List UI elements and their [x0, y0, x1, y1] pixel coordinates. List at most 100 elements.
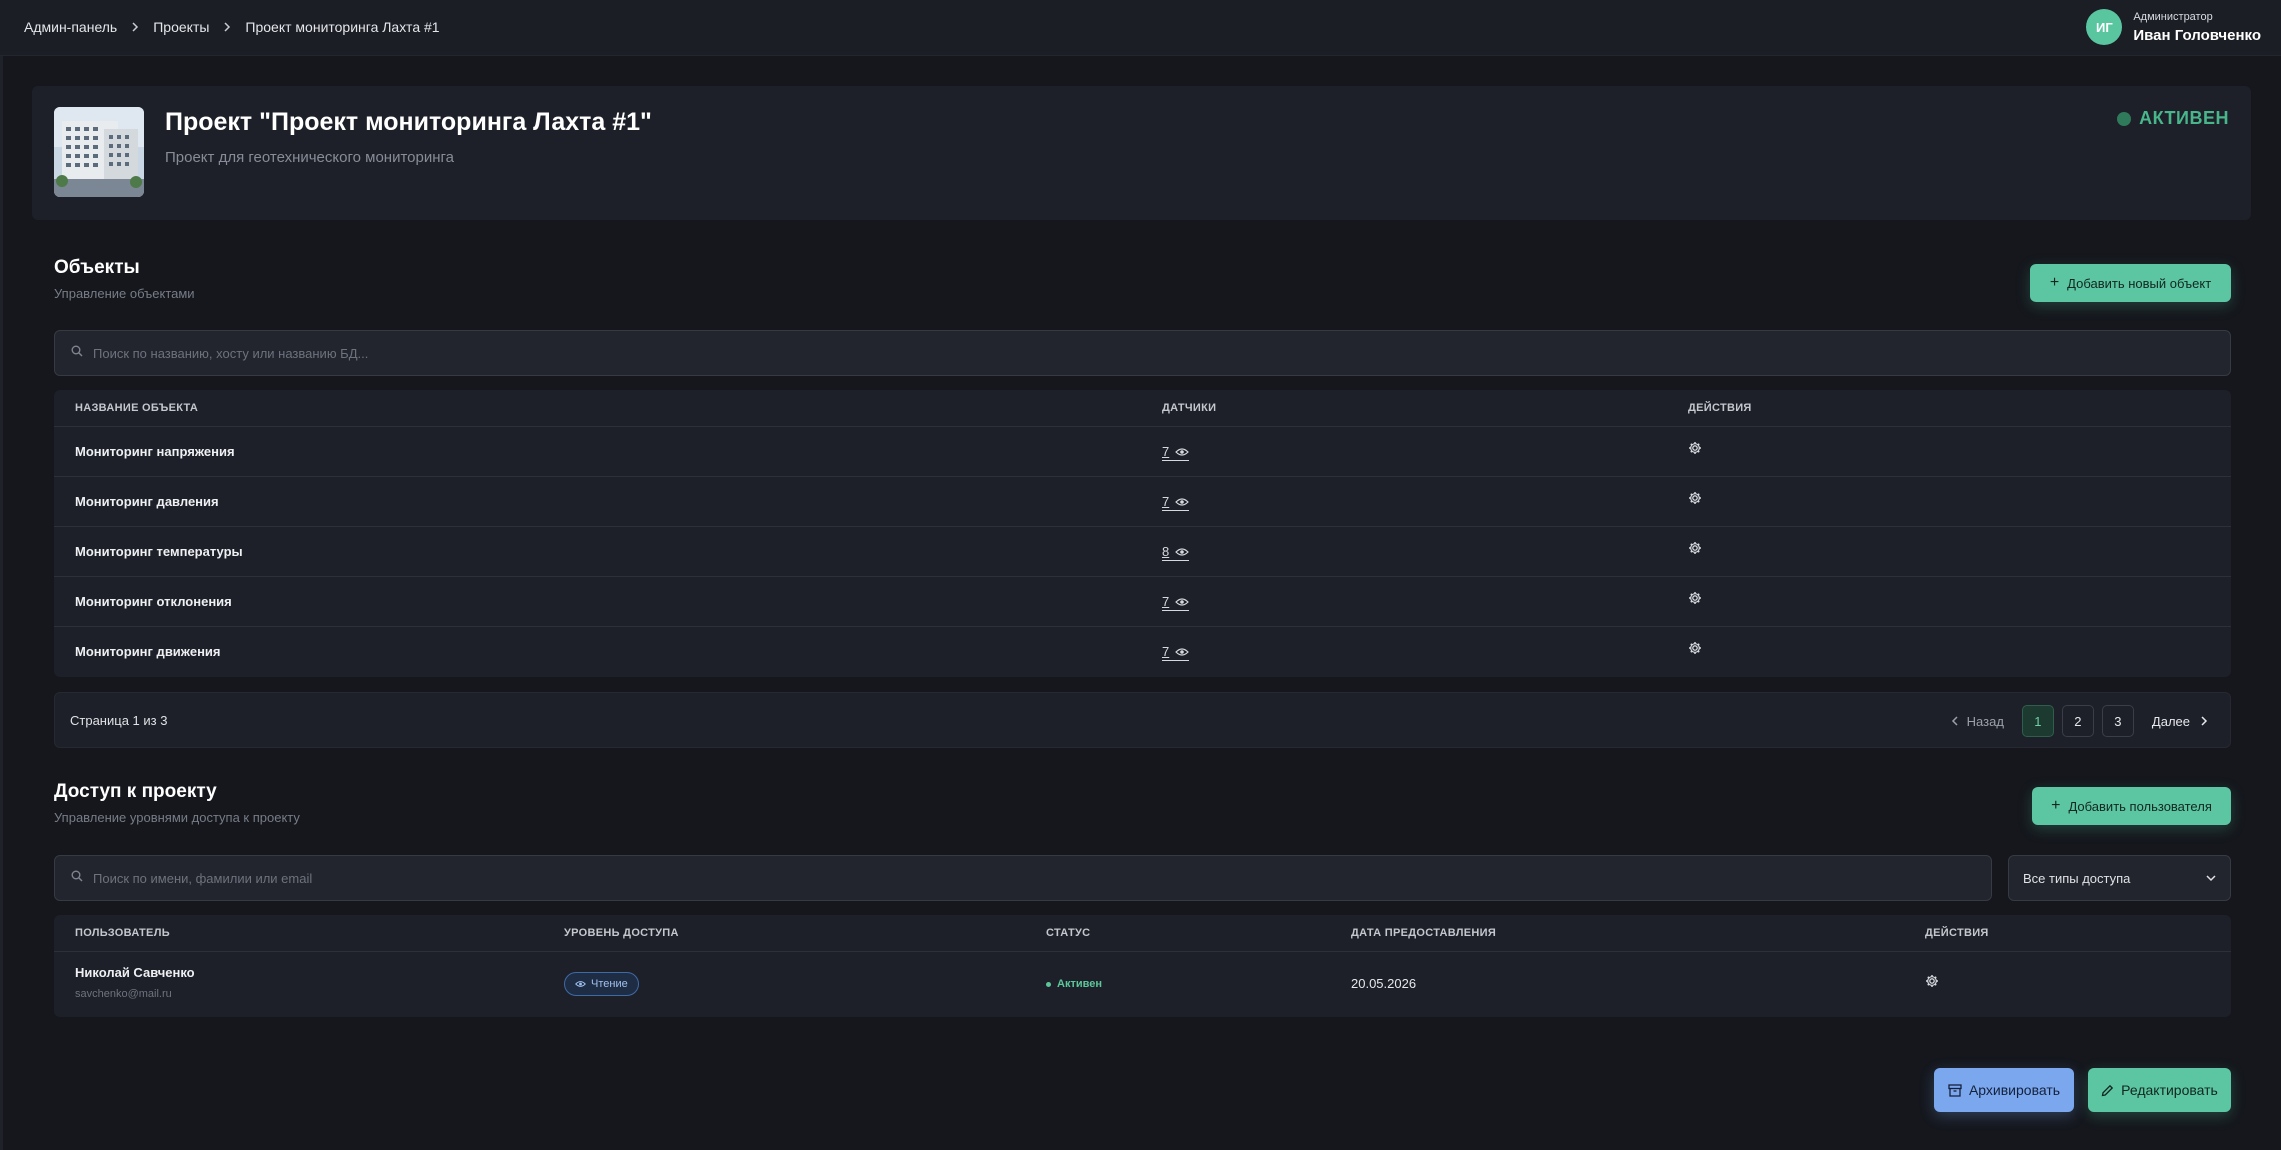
column-header-sensors: ДАТЧИКИ	[1162, 402, 1217, 414]
add-object-label: Добавить новый объект	[2067, 275, 2212, 291]
prev-page-label: Назад	[1966, 713, 2004, 729]
access-section-subtitle: Управление уровнями доступа к проекту	[54, 810, 300, 825]
settings-gear-icon[interactable]	[1925, 974, 1939, 991]
column-header-name: НАЗВАНИЕ ОБЪЕКТА	[75, 402, 199, 414]
archive-label: Архивировать	[1968, 1082, 2061, 1098]
table-row: Мониторинг напряжения 7	[54, 427, 2231, 477]
page-button-2[interactable]: 2	[2061, 705, 2094, 737]
next-page-label: Далее	[2151, 713, 2190, 729]
page-button-3[interactable]: 3	[2101, 705, 2134, 737]
pagination-nav: Назад 1 2 3 Далее	[1951, 705, 2208, 737]
breadcrumb-projects[interactable]: Проекты	[153, 19, 209, 35]
table-row: Мониторинг отклонения 7	[54, 577, 2231, 627]
user-menu[interactable]: ИГ Администратор Иван Головченко	[2086, 9, 2261, 45]
add-user-button[interactable]: + Добавить пользователя	[2032, 787, 2231, 825]
objects-table: НАЗВАНИЕ ОБЪЕКТА ДАТЧИКИ ДЕЙСТВИЯ Монито…	[54, 390, 2231, 677]
project-image	[54, 107, 144, 197]
table-row: Николай Савченко savchenko@mail.ru Чтени…	[54, 952, 2231, 1017]
edit-button[interactable]: Редактировать	[2088, 1068, 2231, 1112]
breadcrumb-admin-panel[interactable]: Админ-панель	[24, 19, 117, 35]
left-border	[0, 56, 3, 1150]
plus-icon: +	[2049, 274, 2060, 291]
column-header-actions: ДЕЙСТВИЯ	[1925, 927, 1989, 939]
table-header: ПОЛЬЗОВАТЕЛЬ УРОВЕНЬ ДОСТУПА СТАТУС ДАТА…	[54, 915, 2231, 952]
eye-icon	[575, 981, 586, 987]
user-status-text: Активен	[1057, 978, 1102, 990]
object-name: Мониторинг движения	[75, 644, 221, 659]
project-description: Проект для геотехнического мониторинга	[165, 149, 454, 166]
access-date: 20.05.2026	[1351, 976, 1417, 991]
access-type-value: Все типы доступа	[2023, 870, 2131, 886]
users-search-box[interactable]	[54, 855, 1992, 901]
users-search-input[interactable]	[93, 870, 1821, 886]
avatar[interactable]: ИГ	[2086, 9, 2123, 45]
users-table: ПОЛЬЗОВАТЕЛЬ УРОВЕНЬ ДОСТУПА СТАТУС ДАТА…	[54, 915, 2231, 1017]
chevron-right-icon	[223, 22, 231, 32]
sensor-count: 8	[1162, 544, 1170, 559]
column-header-actions: ДЕЙСТВИЯ	[1688, 402, 1752, 414]
pagination: Страница 1 из 3 Назад 1 2 3 Далее	[54, 692, 2231, 748]
object-name: Мониторинг давления	[75, 494, 219, 509]
access-section-title: Доступ к проекту	[54, 781, 217, 802]
chevron-left-icon	[1951, 716, 1958, 726]
column-header-user: ПОЛЬЗОВАТЕЛЬ	[75, 927, 170, 939]
settings-gear-icon[interactable]	[1688, 641, 1702, 658]
project-title: Проект "Проект мониторинга Лахта #1"	[165, 108, 652, 136]
object-name: Мониторинг отклонения	[75, 594, 232, 609]
settings-gear-icon[interactable]	[1688, 491, 1702, 508]
object-name: Мониторинг напряжения	[75, 444, 235, 459]
eye-icon	[1175, 647, 1190, 656]
sensors-link[interactable]: 7	[1162, 594, 1190, 611]
objects-search-input[interactable]	[93, 345, 2037, 361]
sensors-link[interactable]: 7	[1162, 494, 1190, 511]
access-type-select[interactable]: Все типы доступа	[2008, 855, 2231, 901]
eye-icon	[1175, 547, 1190, 556]
objects-search-box[interactable]	[54, 330, 2231, 376]
breadcrumb: Админ-панель Проекты Проект мониторинга …	[24, 19, 440, 35]
pagination-text: Страница 1 из 3	[70, 713, 168, 728]
table-row: Мониторинг температуры 8	[54, 527, 2231, 577]
search-icon	[71, 344, 83, 362]
table-row: Мониторинг движения 7	[54, 627, 2231, 677]
column-header-access-level: УРОВЕНЬ ДОСТУПА	[564, 927, 679, 939]
eye-icon	[1175, 597, 1190, 606]
status-dot-icon	[2117, 111, 2132, 126]
project-status-badge: АКТИВЕН	[2117, 108, 2229, 129]
settings-gear-icon[interactable]	[1688, 441, 1702, 458]
chevron-right-icon	[2201, 716, 2208, 726]
sensor-count: 7	[1162, 494, 1170, 509]
settings-gear-icon[interactable]	[1688, 591, 1702, 608]
object-name: Мониторинг температуры	[75, 544, 243, 559]
page-button-1[interactable]: 1	[2021, 705, 2054, 737]
user-role: Администратор	[2133, 10, 2213, 23]
project-header-card: Проект "Проект мониторинга Лахта #1" Про…	[32, 86, 2251, 220]
sensors-link[interactable]: 7	[1162, 644, 1190, 661]
user-email: savchenko@mail.ru	[75, 988, 172, 1000]
archive-button[interactable]: Архивировать	[1934, 1068, 2074, 1112]
sensors-link[interactable]: 7	[1162, 444, 1190, 461]
plus-icon: +	[2051, 797, 2061, 814]
next-page-button[interactable]: Далее	[2152, 714, 2208, 729]
add-object-button[interactable]: + Добавить новый объект	[2030, 264, 2231, 302]
chevron-down-icon	[2206, 875, 2216, 882]
settings-gear-icon[interactable]	[1688, 541, 1702, 558]
sensor-count: 7	[1162, 644, 1170, 659]
table-row: Мониторинг давления 7	[54, 477, 2231, 527]
prev-page-button[interactable]: Назад	[1951, 714, 2004, 729]
user-status: Активен	[1046, 978, 1102, 990]
search-icon	[71, 869, 83, 887]
eye-icon	[1175, 447, 1190, 456]
table-header: НАЗВАНИЕ ОБЪЕКТА ДАТЧИКИ ДЕЙСТВИЯ	[54, 390, 2231, 427]
add-user-label: Добавить пользователя	[2068, 798, 2212, 814]
edit-label: Редактировать	[2121, 1082, 2218, 1098]
breadcrumb-current: Проект мониторинга Лахта #1	[245, 19, 440, 35]
project-status-text: АКТИВЕН	[2139, 108, 2229, 128]
status-dot-icon	[1046, 981, 1051, 987]
chevron-right-icon	[131, 22, 139, 32]
top-bar: Админ-панель Проекты Проект мониторинга …	[0, 0, 2281, 56]
user-name: Иван Головченко	[2133, 26, 2261, 44]
eye-icon	[1175, 497, 1190, 506]
sensor-count: 7	[1162, 594, 1170, 609]
sensors-link[interactable]: 8	[1162, 544, 1190, 561]
column-header-status: СТАТУС	[1046, 927, 1091, 939]
